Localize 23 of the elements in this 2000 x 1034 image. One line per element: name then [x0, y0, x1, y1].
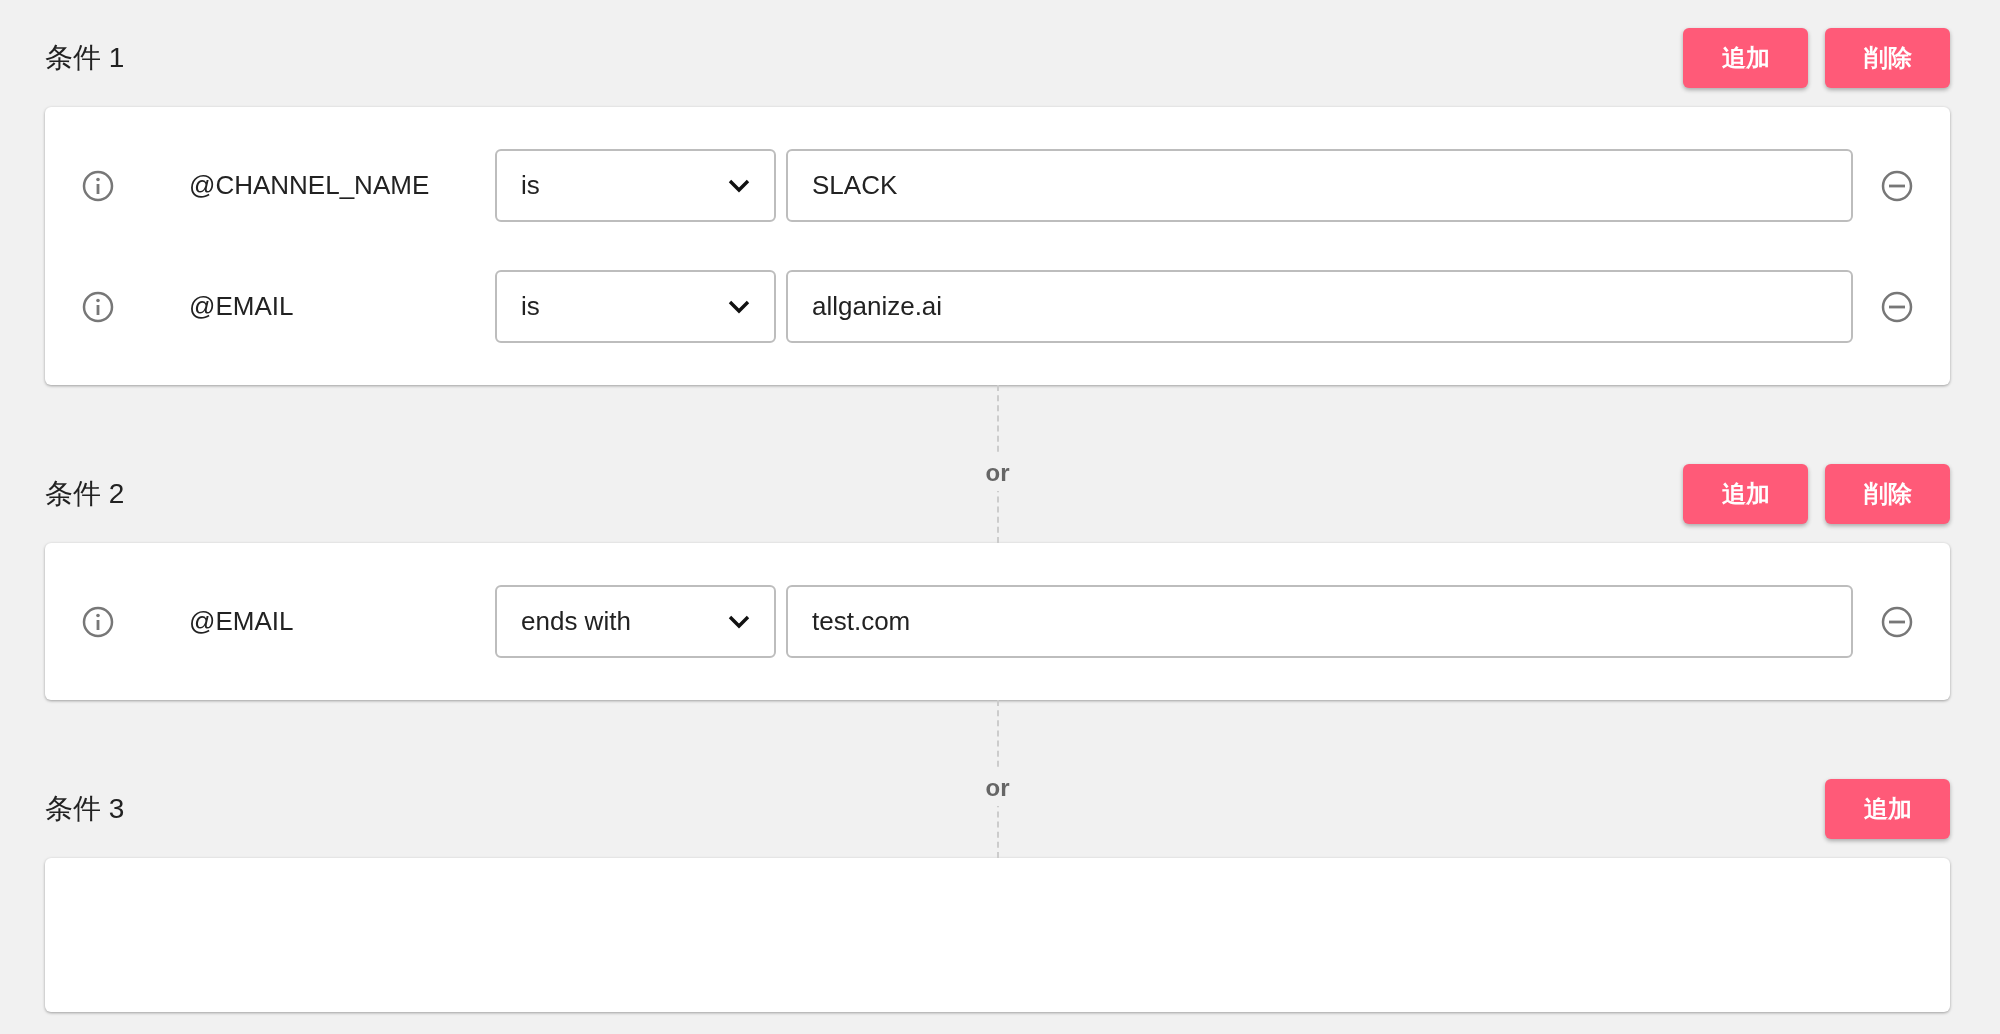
variable-name: @EMAIL: [189, 606, 295, 637]
value-input[interactable]: allganize.ai: [786, 270, 1853, 343]
variable-name: @EMAIL: [189, 291, 295, 322]
remove-icon[interactable]: [1881, 605, 1913, 638]
condition-title: 条件 1: [45, 41, 125, 75]
value-input[interactable]: test.com: [786, 585, 1853, 658]
operator-dropdown[interactable]: is: [495, 149, 776, 222]
info-icon[interactable]: [82, 169, 114, 202]
chevron-down-icon: [728, 299, 750, 314]
operator-dropdown[interactable]: ends with: [495, 585, 776, 658]
info-icon[interactable]: [82, 290, 114, 323]
or-label: or: [985, 455, 1010, 491]
value-input[interactable]: SLACK: [786, 149, 1853, 222]
chevron-down-icon: [728, 614, 750, 629]
operator-dropdown[interactable]: is: [495, 270, 776, 343]
chevron-down-icon: [728, 178, 750, 193]
condition-title: 条件 2: [45, 477, 125, 511]
variable-name: @CHANNEL_NAME: [189, 170, 431, 201]
remove-icon[interactable]: [1881, 169, 1913, 202]
or-label: or: [985, 770, 1010, 806]
remove-icon[interactable]: [1881, 290, 1913, 323]
info-icon[interactable]: [82, 605, 114, 638]
condition-title: 条件 3: [45, 792, 125, 826]
